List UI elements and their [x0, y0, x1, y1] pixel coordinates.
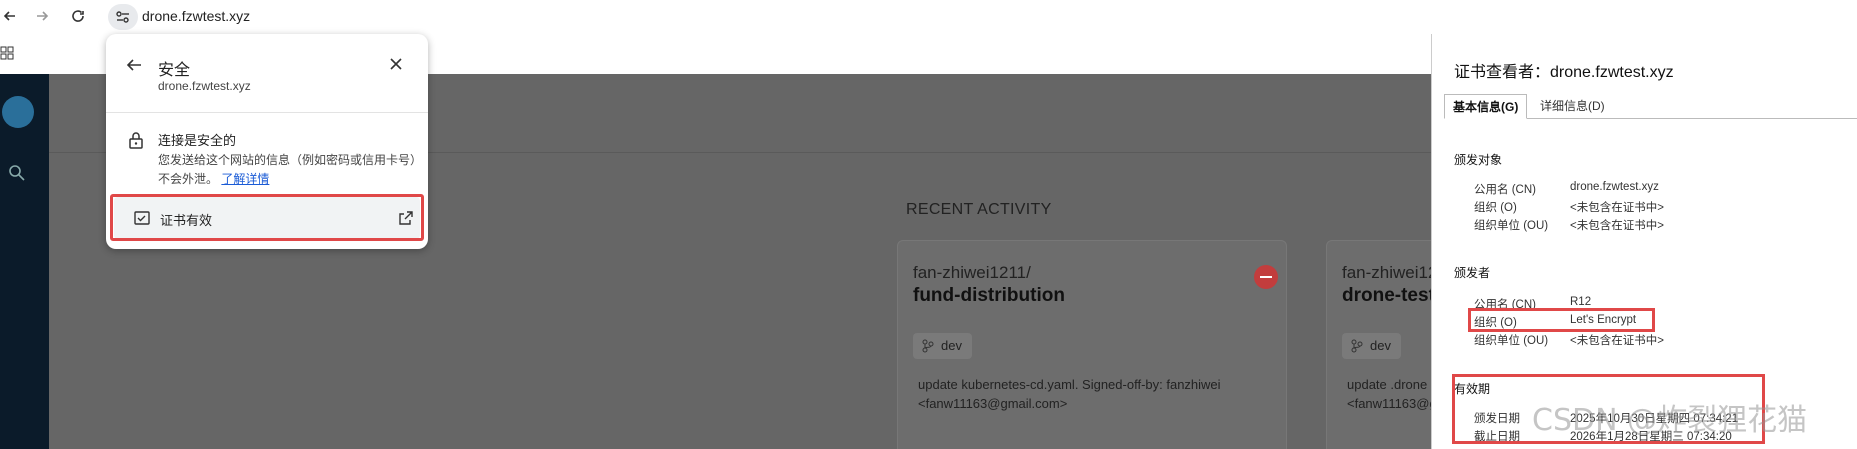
forward-icon[interactable]: [34, 8, 50, 24]
tune-icon: [116, 11, 129, 23]
watermark: CSDN @炸裂狸花猫: [1532, 403, 1808, 438]
commit-message: update kubernetes-cd.yaml. Signed-off-by…: [918, 377, 1221, 411]
viewer-title: 证书查看者：drone.fzwtest.xyz: [1454, 64, 1674, 81]
repo-owner: fan-zhiwei1211/: [913, 263, 1031, 282]
field-value: <未包含在证书中>: [1570, 202, 1664, 214]
branch-badge: dev: [913, 333, 972, 359]
branch-icon: [1351, 339, 1363, 353]
failure-status-icon: [1254, 265, 1278, 289]
apps-grid-icon[interactable]: [0, 46, 14, 60]
tab-basic-info[interactable]: 基本信息(G): [1444, 94, 1528, 119]
repo-name[interactable]: drone-test: [1342, 285, 1435, 307]
popup-title: 安全: [158, 62, 191, 79]
repo-owner: fan-zhiwei12: [1342, 263, 1438, 282]
field-value: <未包含在证书中>: [1570, 220, 1664, 232]
learn-more-link[interactable]: 了解详情: [221, 172, 269, 186]
activity-card[interactable]: fan-zhiwei1211/ fund-distribution dev up…: [897, 240, 1287, 449]
issued-to-heading: 颁发对象: [1454, 153, 1503, 167]
tab-details[interactable]: 详细信息(D): [1532, 94, 1613, 119]
issued-by-heading: 颁发者: [1454, 266, 1491, 280]
site-info-button[interactable]: [108, 4, 138, 30]
close-icon[interactable]: [388, 56, 404, 72]
field-value: <未包含在证书中>: [1570, 335, 1664, 347]
branch-icon: [922, 339, 934, 353]
annotation-highlight: [1468, 308, 1655, 332]
branch-label: dev: [1370, 338, 1391, 353]
popup-divider: [106, 112, 428, 113]
field-value: drone.fzwtest.xyz: [1570, 181, 1659, 193]
popup-domain: drone.fzwtest.xyz: [158, 79, 251, 93]
drone-logo-icon[interactable]: [2, 96, 34, 128]
repo-name[interactable]: fund-distribution: [913, 285, 1065, 307]
field-label: 组织 (O): [1474, 202, 1517, 214]
recent-activity-heading: RECENT ACTIVITY: [906, 201, 1052, 218]
lock-icon: [129, 132, 143, 149]
back-icon[interactable]: [2, 8, 18, 24]
field-label: 公用名 (CN): [1474, 184, 1536, 196]
reload-icon[interactable]: [70, 8, 86, 24]
branch-label: dev: [941, 338, 962, 353]
field-label: 组织单位 (OU): [1474, 220, 1549, 232]
certificate-viewer: 证书查看者：drone.fzwtest.xyz 基本信息(G) 详细信息(D) …: [1431, 34, 1857, 449]
address-bar-url[interactable]: drone.fzwtest.xyz: [142, 8, 250, 24]
left-nav: [0, 74, 49, 449]
connection-desc-text: 您发送给这个网站的信息（例如密码或信用卡号）不会外泄。: [158, 153, 417, 186]
site-security-popup: 安全 drone.fzwtest.xyz 连接是安全的 您发送给这个网站的信息（…: [106, 34, 428, 249]
search-icon[interactable]: [8, 164, 26, 182]
branch-badge: dev: [1342, 333, 1401, 359]
back-arrow-icon[interactable]: [126, 58, 142, 72]
annotation-highlight: [110, 194, 424, 241]
connection-status-title: 连接是安全的: [158, 133, 237, 148]
browser-toolbar: drone.fzwtest.xyz: [0, 0, 1857, 34]
field-label: 组织单位 (OU): [1474, 335, 1549, 347]
field-value: R12: [1570, 296, 1592, 308]
connection-status-desc: 您发送给这个网站的信息（例如密码或信用卡号）不会外泄。 了解详情: [158, 151, 420, 189]
commit-message: update .drone <fanw11163@gm: [1347, 377, 1448, 411]
